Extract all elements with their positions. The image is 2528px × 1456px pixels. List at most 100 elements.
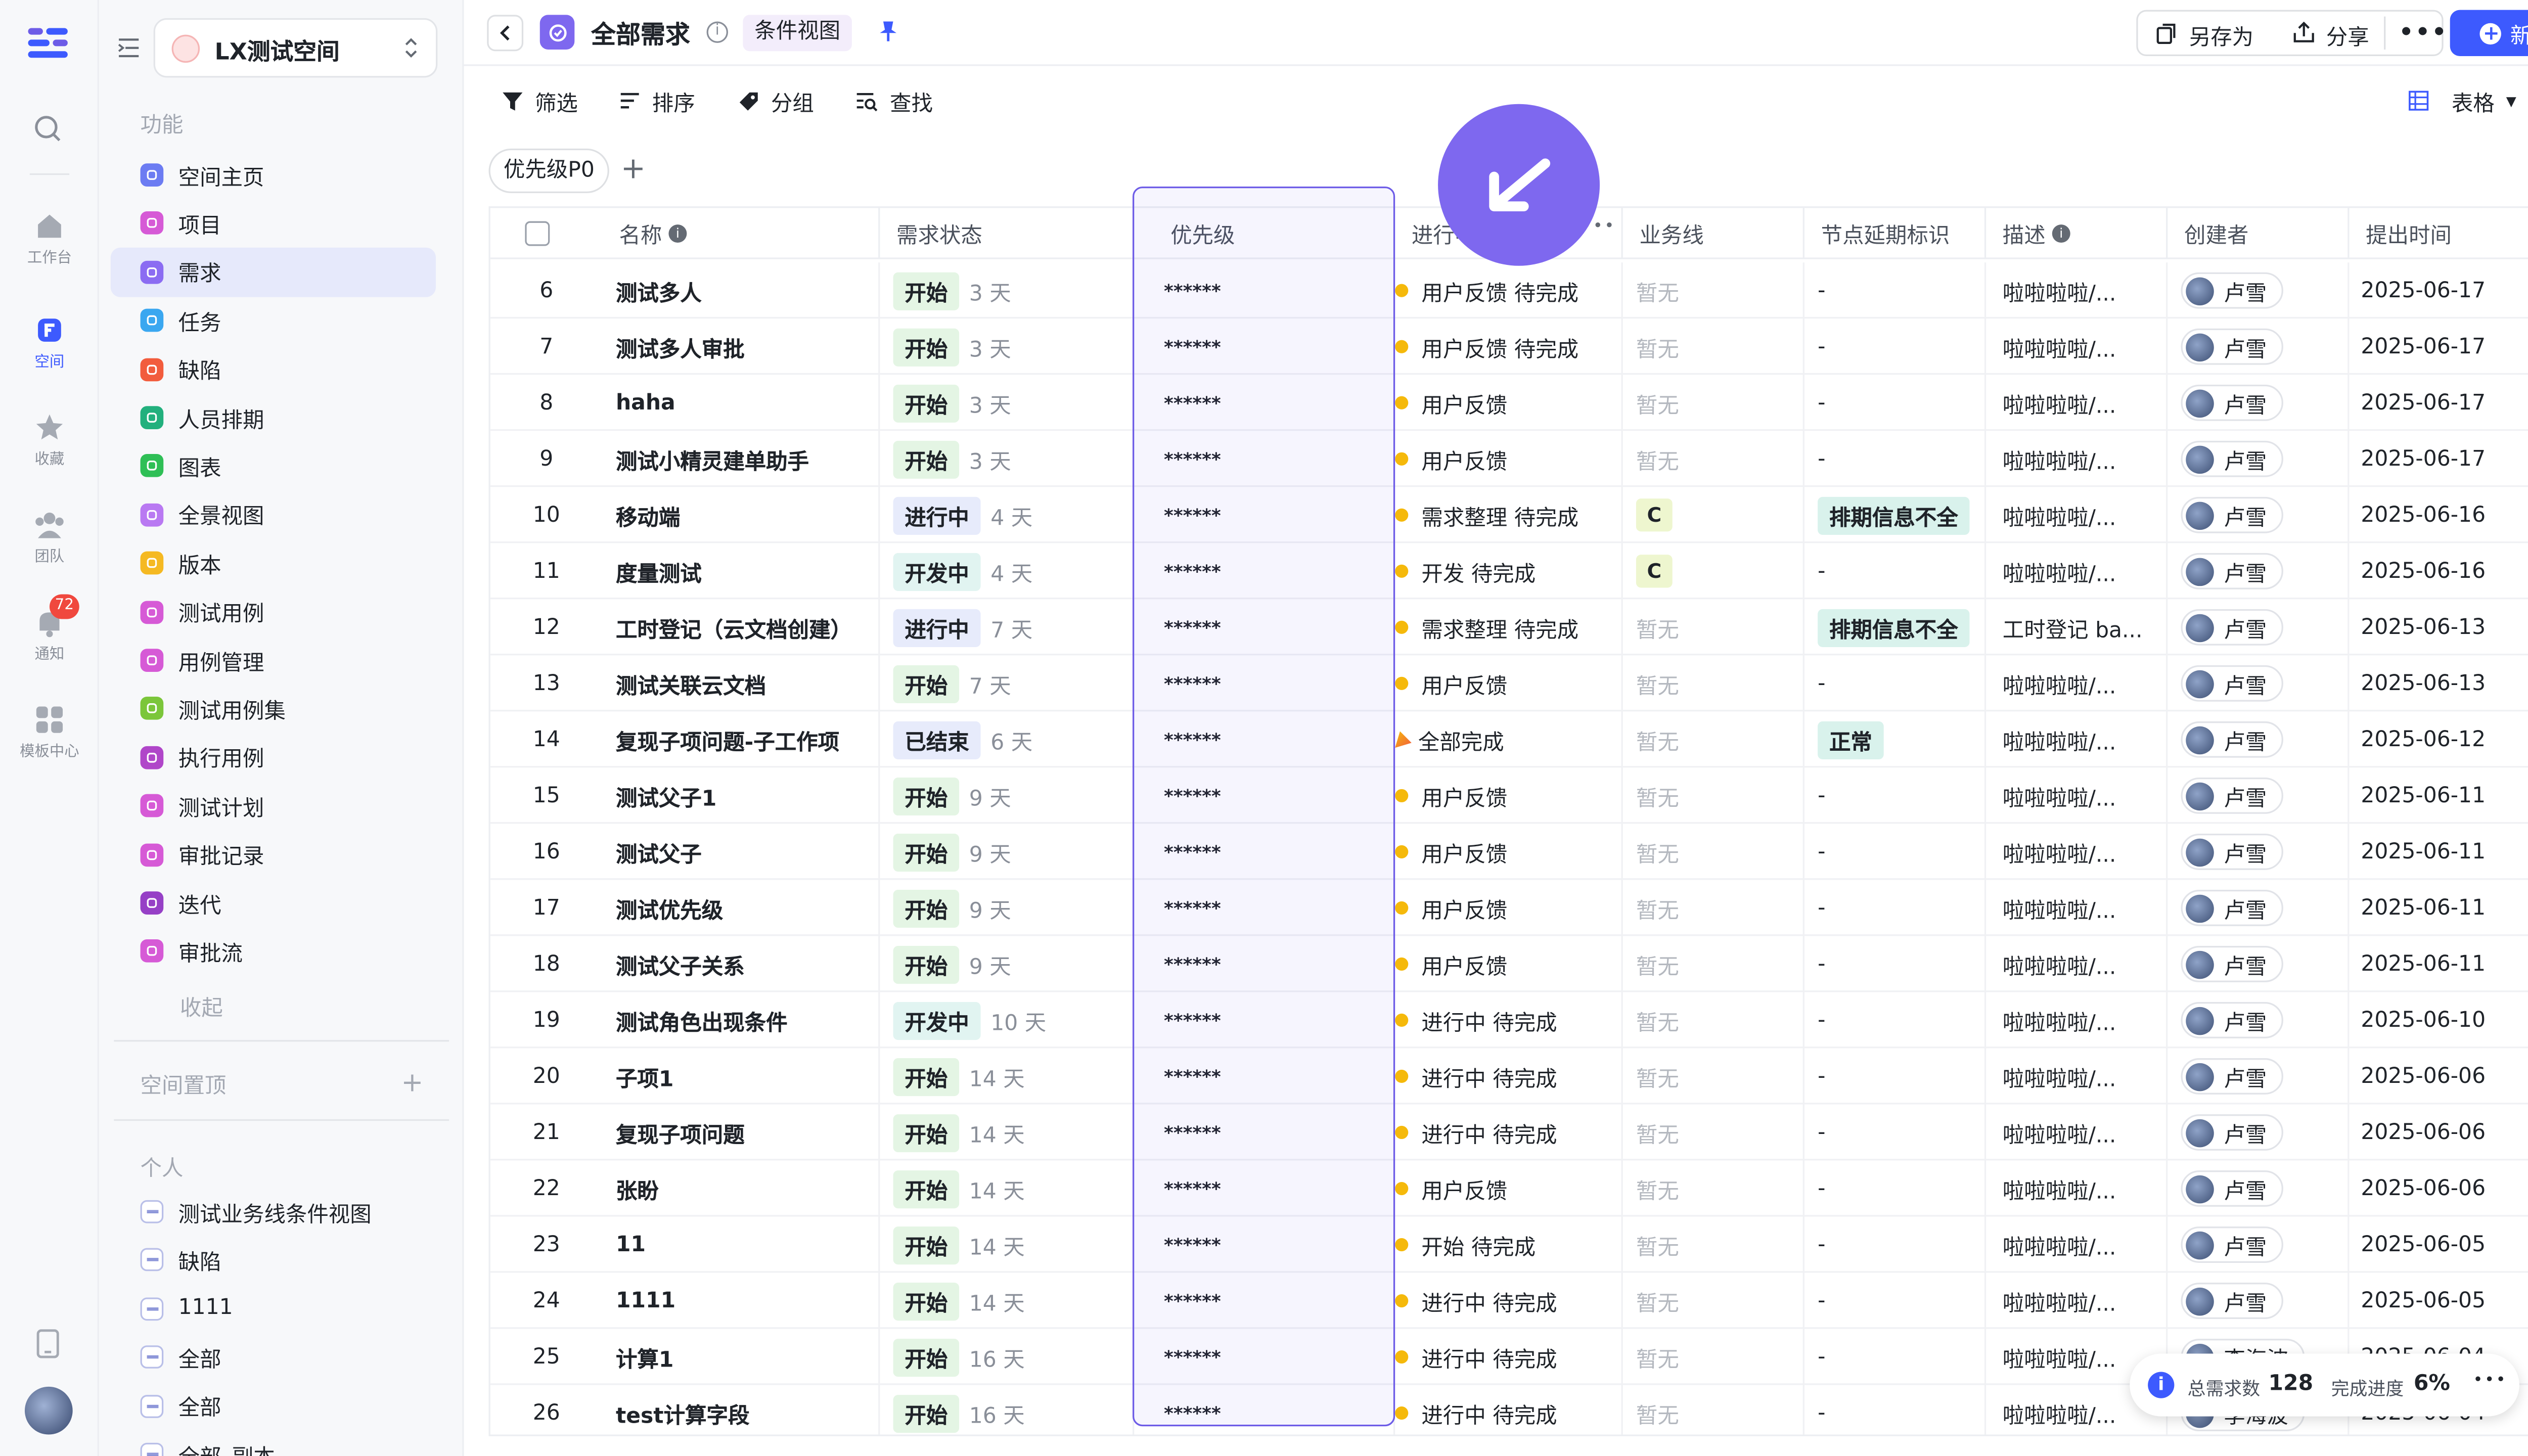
status-cell[interactable]: 开始 9 天 bbox=[880, 767, 1135, 824]
progress-cell[interactable]: 用户反馈 bbox=[1395, 767, 1623, 824]
progress-cell[interactable]: 用户反馈 待完成 bbox=[1395, 262, 1623, 319]
requirement-name[interactable]: 测试优先级 bbox=[616, 892, 723, 924]
sidebar-item[interactable]: 测试用例 bbox=[111, 587, 436, 636]
creator-chip[interactable]: 卢雪 bbox=[2181, 946, 2283, 982]
status-cell[interactable]: 进行中 4 天 bbox=[880, 487, 1135, 543]
date-cell[interactable]: 2025-06-11 bbox=[2350, 767, 2528, 824]
date-cell[interactable]: 2025-06-17 bbox=[2350, 375, 2528, 431]
progress-cell[interactable]: 开发 待完成 bbox=[1395, 543, 1623, 600]
more-icon[interactable]: ••• bbox=[2399, 20, 2448, 46]
name-cell[interactable]: 移动端 bbox=[603, 487, 880, 543]
rail-item-notifications[interactable]: 通知 72 bbox=[0, 594, 99, 664]
name-cell[interactable]: 复现子项问题 bbox=[603, 1104, 880, 1161]
description-cell[interactable]: 啦啦啦啦/... bbox=[1986, 431, 2168, 487]
delay-cell[interactable]: - bbox=[1804, 1329, 1987, 1385]
requirement-name[interactable]: 测试多人审批 bbox=[616, 331, 745, 362]
creator-chip[interactable]: 卢雪 bbox=[2181, 721, 2283, 758]
table-row[interactable]: 14 复现子项问题-子工作项 已结束 6 天 ****** 全部完成 暂无 正常 啦啦啦啦/..… bbox=[490, 711, 2528, 768]
sidebar-item[interactable]: 全景视图 bbox=[111, 490, 436, 539]
date-cell[interactable]: 2025-06-16 bbox=[2350, 543, 2528, 599]
date-cell[interactable]: 2025-06-13 bbox=[2350, 599, 2528, 655]
rail-item-workbench[interactable]: 工作台 bbox=[0, 211, 99, 267]
creator-cell[interactable]: 卢雪 bbox=[2168, 992, 2350, 1049]
sidebar-item[interactable]: 审批记录 bbox=[111, 830, 436, 879]
sidebar-item[interactable]: 项目 bbox=[111, 199, 436, 248]
progress-cell[interactable]: 需求整理 待完成 bbox=[1395, 599, 1623, 656]
column-header-delay[interactable]: 节点延期标识 bbox=[1804, 208, 1987, 259]
column-header-priority[interactable]: 优先级 bbox=[1134, 208, 1395, 259]
group-tab-p0[interactable]: 优先级P0 bbox=[488, 148, 610, 194]
table-row[interactable]: 24 1111 开始 14 天 ****** 进行中 待完成 暂无 - 啦啦啦啦/... 卢雪 20… bbox=[490, 1272, 2528, 1329]
sidebar-item[interactable]: 任务 bbox=[111, 296, 436, 345]
business-line-cell[interactable]: 暂无 bbox=[1623, 711, 1804, 768]
table-row[interactable]: 23 11 开始 14 天 ****** 开始 待完成 暂无 - 啦啦啦啦/... 卢雪 2025-… bbox=[490, 1216, 2528, 1273]
column-header-description[interactable]: 描述 i bbox=[1986, 208, 2168, 259]
personal-view-item[interactable]: 全部 bbox=[111, 1333, 436, 1382]
requirement-name[interactable]: 张盼 bbox=[616, 1173, 659, 1204]
table-row[interactable]: 19 测试角色出现条件 开发中 10 天 ****** 进行中 待完成 暂无 - 啦啦啦啦/..… bbox=[490, 992, 2528, 1049]
date-cell[interactable]: 2025-06-11 bbox=[2350, 824, 2528, 880]
creator-chip[interactable]: 卢雪 bbox=[2181, 384, 2283, 421]
priority-cell[interactable]: ****** bbox=[1134, 1104, 1395, 1161]
delay-cell[interactable]: 排期信息不全 bbox=[1804, 599, 1987, 656]
table-row[interactable]: 11 度量测试 开发中 4 天 ****** 开发 待完成 C - 啦啦啦啦/... 卢雪 2025… bbox=[490, 543, 2528, 600]
app-logo-icon[interactable] bbox=[28, 25, 71, 61]
creator-cell[interactable]: 卢雪 bbox=[2168, 262, 2350, 319]
creator-cell[interactable]: 卢雪 bbox=[2168, 767, 2350, 824]
priority-cell[interactable]: ****** bbox=[1134, 880, 1395, 936]
priority-cell[interactable]: ****** bbox=[1134, 936, 1395, 992]
personal-view-item[interactable]: 全部_副本 bbox=[111, 1430, 436, 1456]
business-line-cell[interactable]: 暂无 bbox=[1623, 599, 1804, 656]
business-line-cell[interactable]: 暂无 bbox=[1623, 1048, 1804, 1105]
sidebar-item[interactable]: 空间主页 bbox=[111, 150, 436, 200]
filter-button[interactable]: 筛选 bbox=[502, 66, 578, 135]
requirement-name[interactable]: 测试父子关系 bbox=[616, 948, 745, 980]
delay-cell[interactable]: - bbox=[1804, 375, 1987, 431]
progress-cell[interactable]: 用户反馈 bbox=[1395, 936, 1623, 992]
requirement-name[interactable]: 子项1 bbox=[616, 1061, 673, 1092]
group-button[interactable]: 分组 bbox=[738, 66, 814, 135]
progress-cell[interactable]: 用户反馈 bbox=[1395, 431, 1623, 487]
name-cell[interactable]: 测试多人审批 bbox=[603, 318, 880, 375]
add-pinned-icon[interactable]: + bbox=[401, 1069, 423, 1095]
sidebar-item[interactable]: 用例管理 bbox=[111, 635, 436, 685]
name-cell[interactable]: 度量测试 bbox=[603, 543, 880, 600]
save-as-button[interactable] bbox=[2136, 10, 2444, 57]
creator-cell[interactable]: 卢雪 bbox=[2168, 1160, 2350, 1217]
description-cell[interactable]: 啦啦啦啦/... bbox=[1986, 936, 2168, 992]
delay-cell[interactable]: - bbox=[1804, 1385, 1987, 1435]
status-cell[interactable]: 开始 9 天 bbox=[880, 824, 1135, 880]
business-line-cell[interactable]: 暂无 bbox=[1623, 1385, 1804, 1435]
table-row[interactable]: 16 测试父子 开始 9 天 ****** 用户反馈 暂无 - 啦啦啦啦/... 卢雪 2025-0… bbox=[490, 824, 2528, 880]
status-cell[interactable]: 开始 3 天 bbox=[880, 431, 1135, 487]
creator-chip[interactable]: 卢雪 bbox=[2181, 272, 2283, 309]
table-row[interactable]: 20 子项1 开始 14 天 ****** 进行中 待完成 暂无 - 啦啦啦啦/... 卢雪 202… bbox=[490, 1048, 2528, 1105]
delay-cell[interactable]: - bbox=[1804, 1160, 1987, 1217]
creator-cell[interactable]: 卢雪 bbox=[2168, 375, 2350, 431]
sidebar-item[interactable]: 测试用例集 bbox=[111, 684, 436, 734]
creator-chip[interactable]: 卢雪 bbox=[2181, 833, 2283, 870]
delay-cell[interactable]: - bbox=[1804, 543, 1987, 600]
progress-cell[interactable]: 用户反馈 待完成 bbox=[1395, 318, 1623, 375]
creator-cell[interactable]: 卢雪 bbox=[2168, 1104, 2350, 1161]
priority-cell[interactable]: ****** bbox=[1134, 992, 1395, 1049]
delay-cell[interactable]: - bbox=[1804, 431, 1987, 487]
date-cell[interactable]: 2025-06-05 bbox=[2350, 1217, 2528, 1273]
delay-cell[interactable]: 排期信息不全 bbox=[1804, 487, 1987, 543]
progress-cell[interactable]: 用户反馈 bbox=[1395, 375, 1623, 431]
business-line-cell[interactable]: 暂无 bbox=[1623, 880, 1804, 936]
sidebar-item[interactable]: 图表 bbox=[111, 441, 436, 491]
requirement-name[interactable]: 测试角色出现条件 bbox=[616, 1005, 788, 1036]
table-row[interactable]: 21 复现子项问题 开始 14 天 ****** 进行中 待完成 暂无 - 啦啦啦啦/... 卢雪… bbox=[490, 1104, 2528, 1161]
priority-cell[interactable]: ****** bbox=[1134, 711, 1395, 768]
progress-cell[interactable]: 进行中 待完成 bbox=[1395, 1048, 1623, 1105]
space-switcher[interactable]: LX测试空间 bbox=[153, 18, 438, 78]
priority-cell[interactable]: ****** bbox=[1134, 318, 1395, 375]
date-cell[interactable]: 2025-06-16 bbox=[2350, 487, 2528, 543]
business-line-cell[interactable]: 暂无 bbox=[1623, 655, 1804, 712]
pin-icon[interactable] bbox=[878, 20, 898, 50]
personal-view-item[interactable]: 1111 bbox=[111, 1284, 436, 1334]
info-icon[interactable]: i bbox=[706, 21, 728, 43]
name-cell[interactable]: 测试关联云文档 bbox=[603, 655, 880, 712]
date-cell[interactable]: 2025-06-17 bbox=[2350, 431, 2528, 487]
